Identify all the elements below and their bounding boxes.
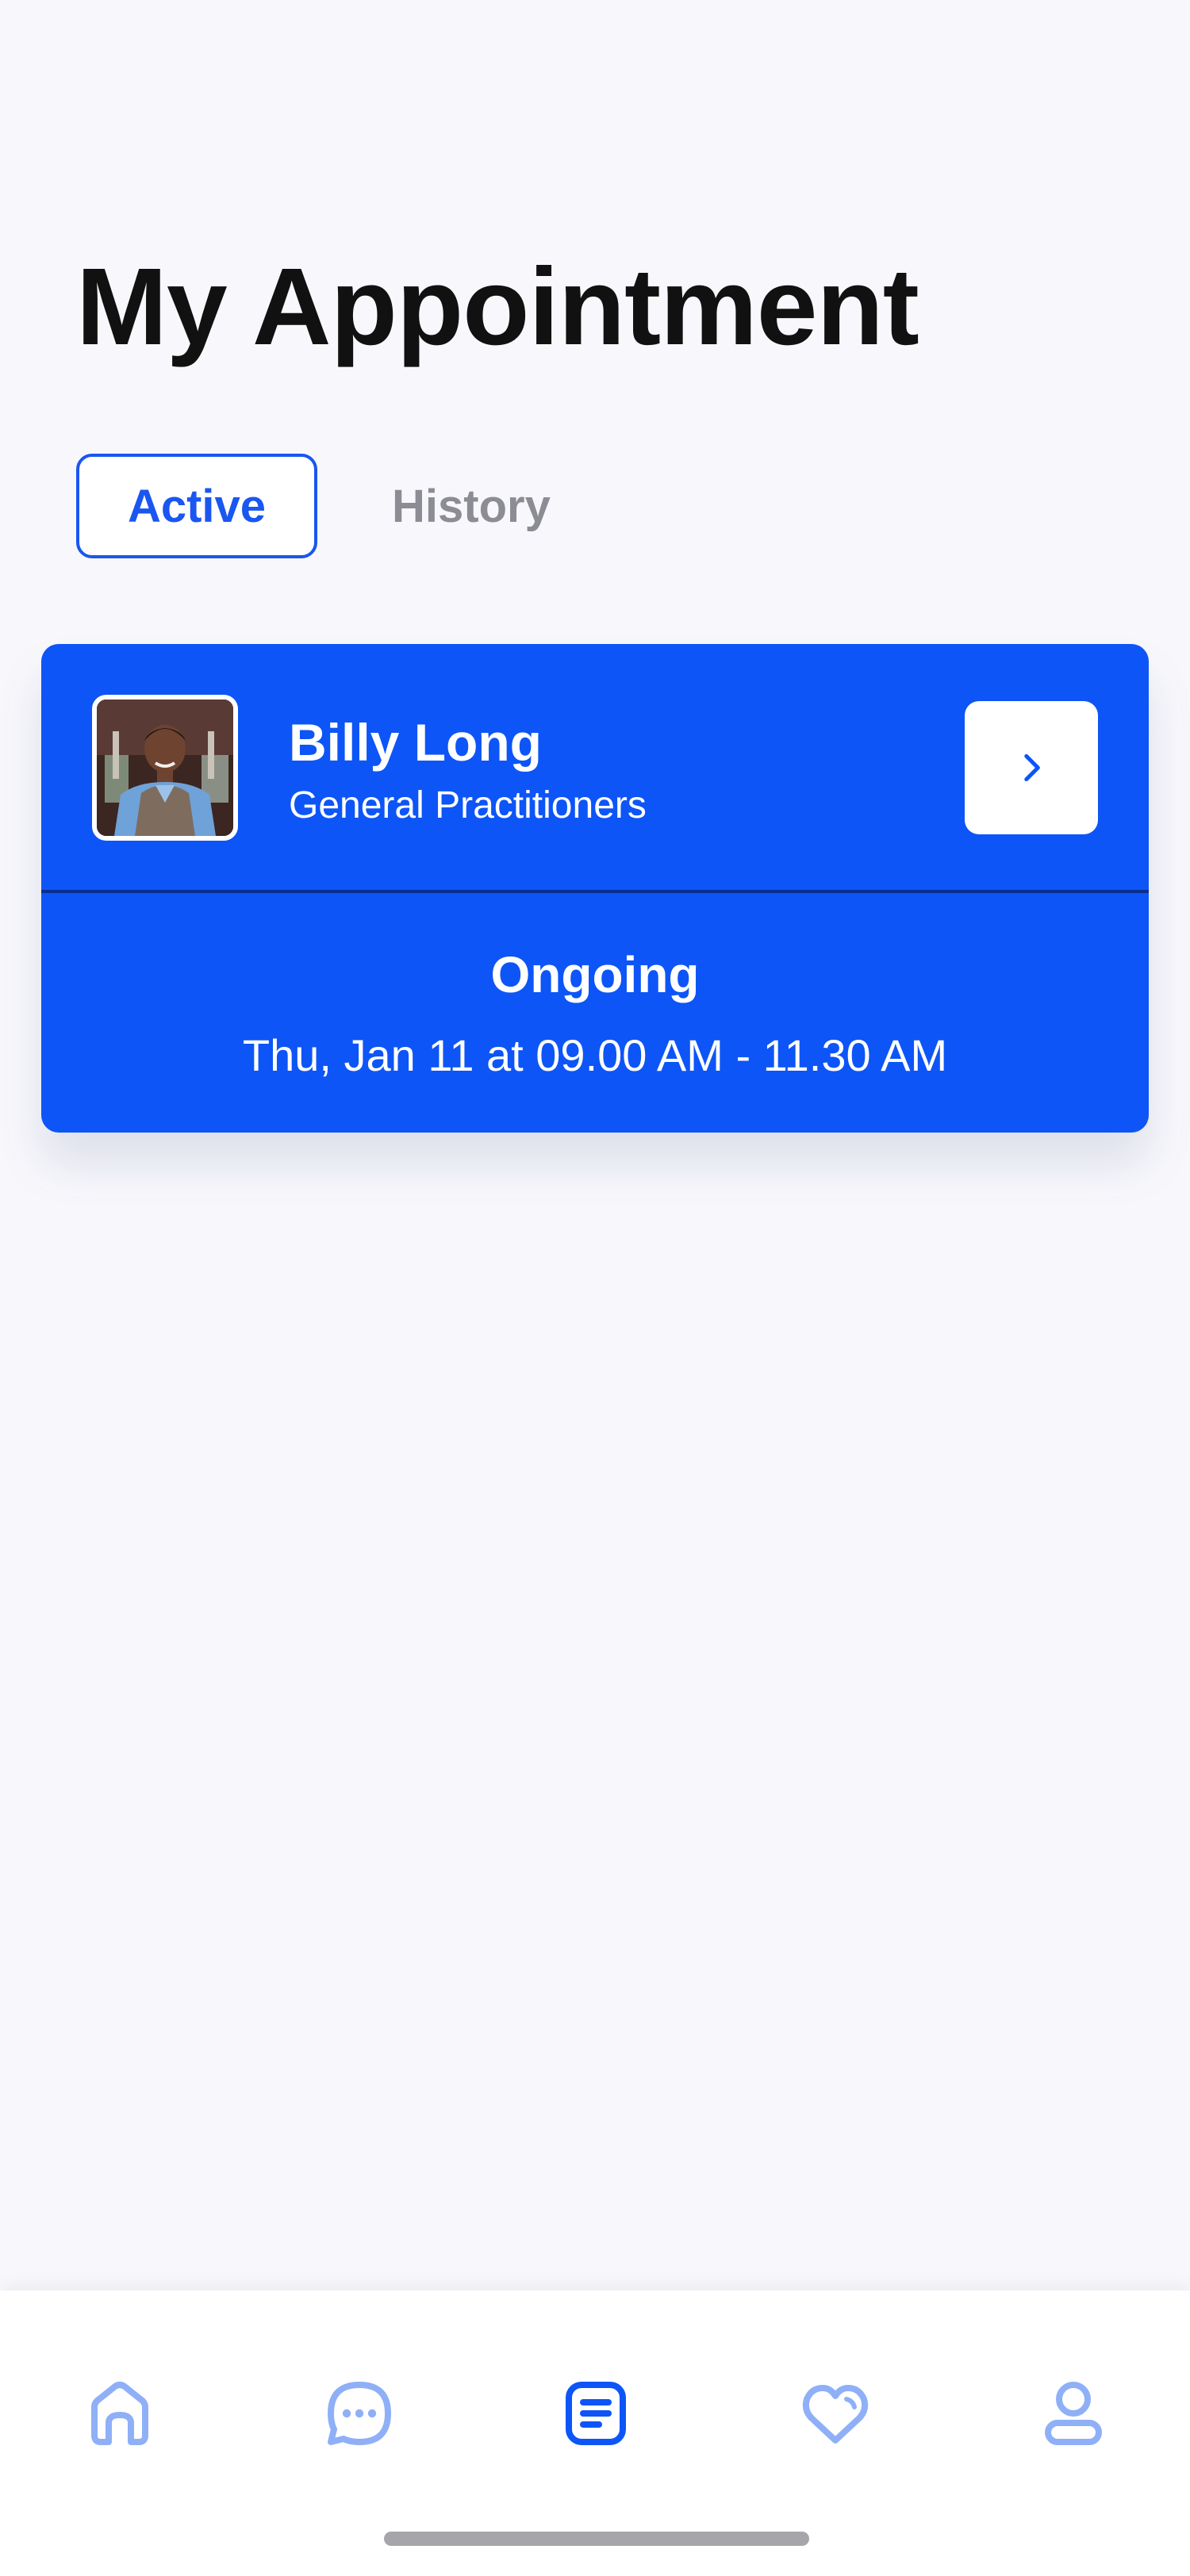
nav-appointments[interactable] bbox=[552, 2370, 639, 2457]
profile-icon bbox=[1045, 2382, 1102, 2445]
nav-home[interactable] bbox=[76, 2370, 163, 2457]
appointment-schedule: Thu, Jan 11 at 09.00 AM - 11.30 AM bbox=[242, 1030, 948, 1080]
chevron-right-icon bbox=[1024, 753, 1040, 782]
tab-history[interactable]: History bbox=[392, 454, 551, 558]
appointment-list-icon bbox=[566, 2382, 626, 2445]
doctor-name: Billy Long bbox=[289, 713, 542, 772]
page-title: My Appointment bbox=[76, 246, 919, 368]
doctor-avatar bbox=[92, 695, 238, 841]
card-divider bbox=[41, 890, 1149, 893]
appointment-card[interactable]: Billy Long General Practitioners Ongoing… bbox=[41, 644, 1149, 1133]
heart-icon bbox=[802, 2385, 869, 2444]
chat-icon bbox=[328, 2382, 391, 2445]
tab-active[interactable]: Active bbox=[76, 454, 317, 558]
home-icon bbox=[91, 2382, 148, 2445]
nav-favorites[interactable] bbox=[792, 2370, 879, 2457]
nav-profile[interactable] bbox=[1030, 2370, 1117, 2457]
appointment-detail-button[interactable] bbox=[965, 701, 1098, 834]
tab-bar: Active History bbox=[76, 454, 551, 558]
appointment-card-header: Billy Long General Practitioners bbox=[41, 644, 1149, 890]
nav-chat[interactable] bbox=[316, 2370, 403, 2457]
appointment-status: Ongoing bbox=[490, 946, 700, 1003]
doctor-specialty: General Practitioners bbox=[289, 784, 647, 826]
home-indicator bbox=[384, 2532, 809, 2546]
appointment-screen: My Appointment Active History Billy Long… bbox=[0, 0, 1190, 2576]
doctor-photo bbox=[97, 700, 233, 836]
